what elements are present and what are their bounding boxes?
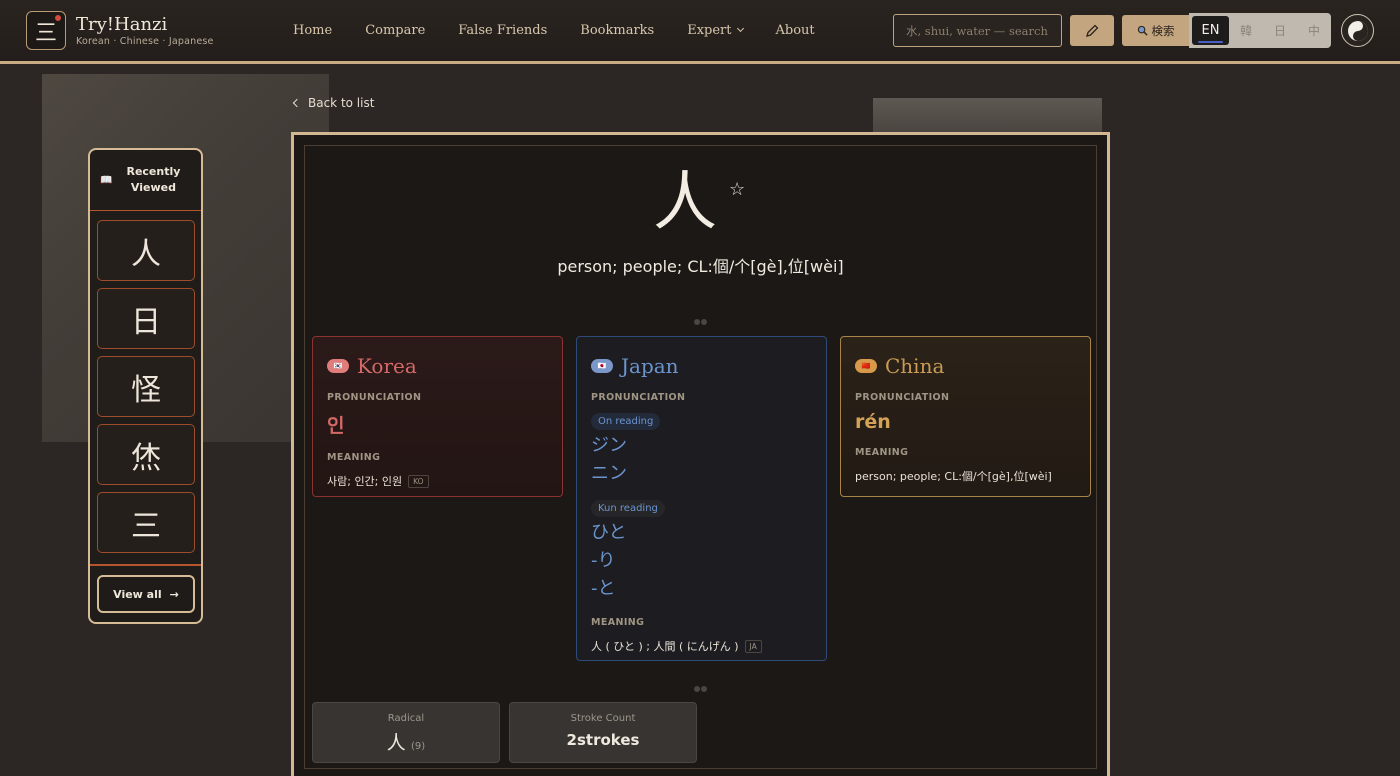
radical-number: (9): [411, 741, 426, 752]
korea-meaning-text: 사람; 인간; 인원: [327, 475, 403, 488]
korea-flag-icon: 🇰🇷: [327, 359, 349, 373]
recent-item[interactable]: 烋: [97, 424, 195, 485]
logo-glyph: 三: [34, 20, 57, 46]
view-all-label: View all: [113, 587, 162, 601]
korea-panel: 🇰🇷 Korea PRONUNCIATION 인 MEANING 사람; 인간;…: [312, 336, 563, 497]
korea-lang-tag: KO: [408, 474, 429, 488]
korea-meaning-label: MEANING: [327, 452, 381, 463]
radical-label: Radical: [387, 713, 425, 724]
top-header: 三 Try!Hanzi Korean · Chinese · Japanese …: [0, 0, 1400, 64]
korea-pronunciation-label: PRONUNCIATION: [327, 392, 422, 403]
character-meaning: person; people; CL:個/个[gè],位[wèi]: [557, 257, 844, 276]
korea-flag-glyph: 🇰🇷: [333, 362, 343, 370]
china-pronunciation: rén: [855, 411, 891, 433]
yin-yang-icon: [1347, 20, 1368, 41]
character-detail-card: 人 ☆ person; people; CL:個/个[gè],位[wèi] 🇰🇷…: [291, 132, 1110, 776]
back-to-list-link[interactable]: Back to list: [292, 96, 375, 110]
main-character: 人: [653, 166, 717, 240]
stroke-count-card: Stroke Count 2strokes: [509, 702, 697, 763]
recently-viewed-title-line2: Viewed: [130, 181, 176, 194]
handwriting-button[interactable]: [1070, 15, 1114, 46]
recently-viewed-panel: 📖 Recently Viewed 人 日 怪 烋 三 View all →: [88, 148, 203, 624]
arrow-right-icon: →: [169, 587, 179, 601]
logo-icon[interactable]: 三: [26, 11, 66, 50]
pencil-icon: [1086, 24, 1099, 37]
radical-value: 人 (9): [313, 728, 499, 755]
back-label: Back to list: [308, 96, 375, 110]
recent-item[interactable]: 日: [97, 288, 195, 349]
recent-item[interactable]: 三: [97, 492, 195, 553]
nav-expert-label: Expert: [687, 23, 732, 38]
china-title-label: China: [885, 354, 945, 378]
divider-dots: [694, 677, 708, 692]
book-icon: 📖: [100, 174, 113, 186]
japan-meaning-label: MEANING: [591, 617, 645, 628]
japan-meaning-text: 人 ( ひと ) ; 人間 ( にんげん ): [591, 640, 739, 653]
china-flag-glyph: 🇨🇳: [861, 362, 871, 370]
stroke-count-value: 2strokes: [566, 731, 640, 749]
kun-reading: -と: [591, 578, 616, 599]
nav-compare[interactable]: Compare: [365, 23, 425, 38]
recent-item[interactable]: 人: [97, 220, 195, 281]
nav-home[interactable]: Home: [293, 23, 332, 38]
china-flag-icon: 🇨🇳: [855, 359, 877, 373]
radical-card[interactable]: Radical 人 (9): [312, 702, 500, 763]
korea-title-label: Korea: [357, 354, 417, 378]
bookmark-star-icon[interactable]: ☆: [729, 179, 745, 200]
on-reading: ジン: [591, 435, 627, 456]
logo-dot: [55, 15, 61, 21]
kun-reading-label: Kun reading: [591, 500, 665, 517]
kun-reading: ひと: [591, 522, 627, 543]
recently-viewed-title: Recently Viewed: [118, 164, 188, 196]
japan-lang-tag: JA: [744, 639, 762, 653]
on-reading: ニン: [591, 463, 627, 484]
recently-viewed-header: 📖 Recently Viewed: [90, 150, 201, 211]
stroke-count-label: Stroke Count: [570, 713, 636, 724]
china-panel: 🇨🇳 China PRONUNCIATION rén MEANING perso…: [840, 336, 1091, 497]
nav-bookmarks[interactable]: Bookmarks: [580, 23, 654, 38]
korea-title: 🇰🇷 Korea: [327, 354, 548, 378]
brand-name: Try!Hanzi: [76, 14, 168, 35]
lang-zh[interactable]: 中: [1297, 16, 1331, 45]
chevron-left-icon: [292, 98, 302, 108]
recently-viewed-title-line1: Recently: [126, 165, 181, 178]
japan-pronunciation-label: PRONUNCIATION: [591, 392, 686, 403]
lang-ko[interactable]: 韓: [1229, 16, 1263, 45]
japan-flag-icon: 🇯🇵: [591, 359, 613, 373]
china-meaning: person; people; CL:個/个[gè],位[wèi]: [855, 470, 1052, 483]
language-switcher: EN 韓 日 中: [1189, 13, 1331, 48]
search-button[interactable]: 検索: [1122, 15, 1189, 46]
view-all-button[interactable]: View all →: [97, 575, 195, 613]
japan-title: 🇯🇵 Japan: [591, 354, 812, 378]
nav-false-friends[interactable]: False Friends: [458, 23, 547, 38]
search-icon: [1137, 25, 1148, 36]
kun-reading: -り: [591, 550, 616, 571]
nav-about[interactable]: About: [776, 23, 815, 38]
on-reading-label: On reading: [591, 413, 661, 430]
korea-meaning: 사람; 인간; 인원 KO: [327, 473, 548, 489]
search-button-label: 検索: [1151, 23, 1175, 38]
china-meaning-label: MEANING: [855, 447, 909, 458]
japan-meaning: 人 ( ひと ) ; 人間 ( にんげん ) JA: [591, 638, 812, 654]
radical-glyph: 人: [386, 732, 406, 754]
nav-expert[interactable]: Expert: [687, 23, 744, 38]
lang-ja[interactable]: 日: [1263, 16, 1297, 45]
brand-subtitle: Korean · Chinese · Japanese: [76, 36, 214, 47]
main-nav: Home Compare False Friends Bookmarks Exp…: [293, 23, 815, 38]
chevron-down-icon: [736, 24, 744, 33]
china-pronunciation-label: PRONUNCIATION: [855, 392, 950, 403]
recent-item[interactable]: 怪: [97, 356, 195, 417]
china-title: 🇨🇳 China: [855, 354, 1076, 378]
theme-toggle[interactable]: [1341, 14, 1374, 47]
divider-dots: [694, 310, 708, 325]
search-input[interactable]: [893, 14, 1062, 47]
japan-flag-glyph: 🇯🇵: [597, 362, 607, 370]
brand[interactable]: Try!Hanzi Korean · Chinese · Japanese: [76, 14, 214, 47]
lang-en[interactable]: EN: [1192, 16, 1229, 45]
japan-panel: 🇯🇵 Japan PRONUNCIATION On reading ジン ニン …: [576, 336, 827, 661]
korea-pronunciation: 인: [327, 415, 345, 437]
divider: [90, 564, 201, 566]
japan-title-label: Japan: [621, 354, 679, 378]
